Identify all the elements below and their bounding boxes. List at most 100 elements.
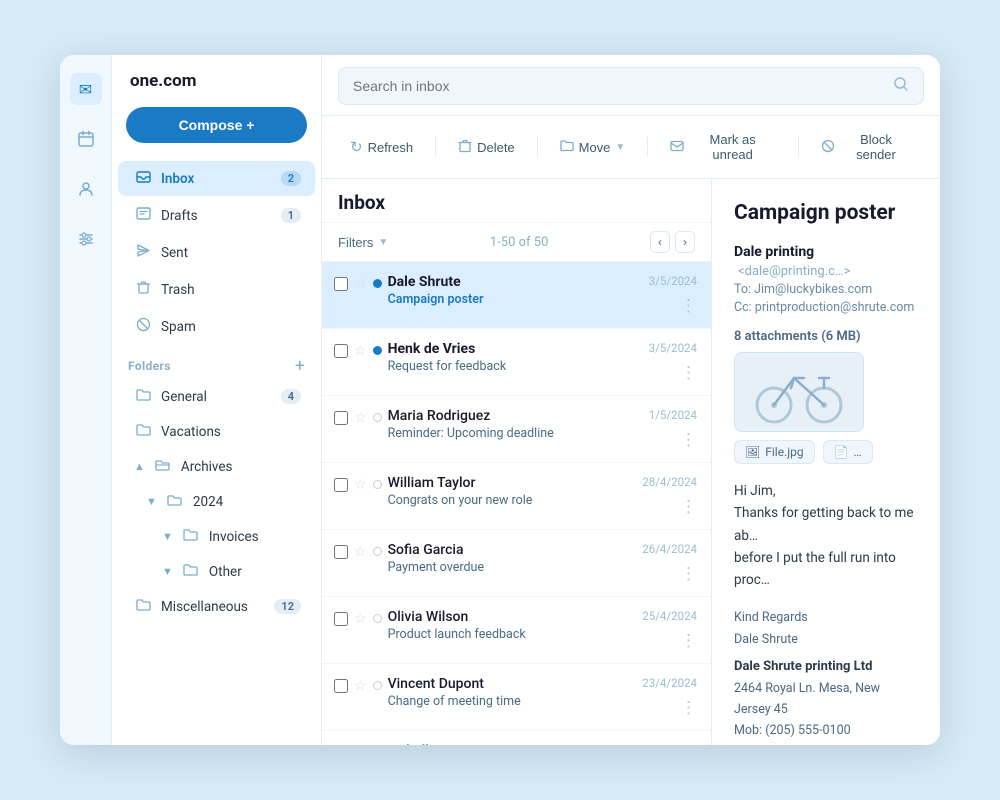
folder-open-icon — [154, 458, 172, 475]
delete-button[interactable]: Delete — [446, 133, 527, 162]
unread-dot — [373, 346, 382, 355]
table-row[interactable]: ☆ William Taylor Congrats on your new ro… — [322, 463, 711, 530]
sidebar-item-inbox[interactable]: Inbox 2 — [118, 161, 315, 196]
compose-button[interactable]: Compose + — [126, 107, 307, 143]
mail-icon[interactable]: ✉ — [70, 73, 102, 105]
email-meta: 3/5/2024 ⋮ — [639, 341, 697, 383]
email-body: William Taylor Congrats on your new role — [388, 475, 633, 508]
inbox-icon — [134, 169, 152, 188]
email-filters-row: Filters ▼ 1-50 of 50 ‹ › — [322, 223, 711, 262]
mark-unread-button[interactable]: Mark as unread — [658, 126, 788, 168]
email-checkbox[interactable] — [334, 679, 348, 693]
read-dot — [373, 681, 382, 690]
filters-chevron-icon: ▼ — [378, 237, 388, 248]
email-meta: 25/4/2024 ⋮ — [639, 609, 697, 651]
sidebar-item-invoices[interactable]: ▼ Invoices — [118, 520, 315, 553]
unread-dot — [373, 279, 382, 288]
calendar-icon[interactable] — [70, 123, 102, 155]
star-icon[interactable]: ☆ — [354, 410, 367, 426]
refresh-button[interactable]: ↻ Refresh — [338, 132, 425, 162]
email-checkbox[interactable] — [334, 344, 348, 358]
table-row[interactable]: ☆ Olivia Wilson Product launch feedback … — [322, 597, 711, 664]
email-checkbox[interactable] — [334, 612, 348, 626]
preview-thumbnail[interactable] — [734, 352, 864, 432]
add-folder-button[interactable]: + — [295, 356, 305, 376]
table-row[interactable]: ☆ Henk de Vries Request for feedback 3/5… — [322, 329, 711, 396]
separator2 — [537, 137, 538, 157]
preview-title: Campaign poster — [734, 201, 918, 225]
prev-page-button[interactable]: ‹ — [650, 231, 670, 253]
email-more-button[interactable]: ⋮ — [680, 698, 697, 718]
block-sender-button[interactable]: Block sender — [809, 126, 924, 168]
read-dot — [373, 614, 382, 623]
search-bar[interactable] — [338, 67, 924, 105]
table-row[interactable]: ☆ Sofia Garcia Payment overdue 26/4/2024… — [322, 530, 711, 597]
email-checkbox[interactable] — [334, 478, 348, 492]
email-meta: 26/4/2024 ⋮ — [639, 542, 697, 584]
email-list: Inbox Filters ▼ 1-50 of 50 ‹ › — [322, 179, 712, 745]
drafts-badge: 1 — [281, 208, 301, 223]
sent-icon — [134, 243, 152, 262]
move-button[interactable]: Move ▼ — [548, 133, 638, 162]
sidebar-item-spam[interactable]: Spam — [118, 309, 315, 344]
table-row[interactable]: ☆ Vincent Dupont Change of meeting time … — [322, 664, 711, 731]
preview-body: Hi Jim, Thanks for getting back to me ab… — [734, 480, 918, 591]
email-subject: Product launch feedback — [388, 627, 633, 642]
email-more-button[interactable]: ⋮ — [680, 564, 697, 584]
read-dot — [373, 413, 382, 422]
topbar — [322, 55, 940, 116]
sidebar-item-drafts[interactable]: Drafts 1 — [118, 198, 315, 233]
star-icon[interactable]: ☆ — [354, 678, 367, 694]
email-checkbox[interactable] — [334, 277, 348, 291]
sidebar-item-2024[interactable]: ▼ 2024 — [118, 485, 315, 518]
refresh-icon: ↻ — [350, 138, 363, 156]
email-sender: Vincent Dupont — [388, 676, 633, 692]
delete-icon — [458, 139, 472, 156]
filters-button[interactable]: Filters ▼ — [338, 235, 388, 250]
table-row[interactable]: ☆ Isabelle Leroy ⋮ — [322, 731, 711, 745]
search-input[interactable] — [353, 78, 883, 94]
star-icon[interactable]: ☆ — [354, 544, 367, 560]
preview-thumbnails — [734, 352, 918, 432]
star-icon[interactable]: ☆ — [354, 276, 367, 292]
sidebar-item-vacations[interactable]: Vacations — [118, 415, 315, 448]
next-page-button[interactable]: › — [675, 231, 695, 253]
star-icon[interactable]: ☆ — [354, 477, 367, 493]
email-more-button[interactable]: ⋮ — [680, 430, 697, 450]
preview-signature: Kind Regards Dale Shrute Dale Shrute pri… — [734, 607, 918, 745]
file-icon-2: 📄 — [834, 445, 849, 459]
email-more-button[interactable]: ⋮ — [680, 497, 697, 517]
star-icon[interactable]: ☆ — [354, 611, 367, 627]
archives-label: Archives — [181, 459, 233, 475]
table-row[interactable]: ☆ Dale Shrute Campaign poster 3/5/2024 ⋮ — [322, 262, 711, 329]
drafts-icon — [134, 206, 152, 225]
sidebar-item-archives[interactable]: ▲ Archives — [118, 450, 315, 483]
email-more-button[interactable]: ⋮ — [680, 296, 697, 316]
email-meta: 23/4/2024 ⋮ — [639, 676, 697, 718]
general-label: General — [161, 389, 207, 405]
table-row[interactable]: ☆ Maria Rodriguez Reminder: Upcoming dea… — [322, 396, 711, 463]
sidebar-item-trash[interactable]: Trash — [118, 272, 315, 307]
preview-file-chips: 🖼 File.jpg 📄 … — [734, 440, 918, 464]
email-checkbox[interactable] — [334, 545, 348, 559]
preview-attachments: 8 attachments (6 MB) — [734, 329, 918, 344]
sidebar-item-miscellaneous[interactable]: Miscellaneous 12 — [118, 590, 315, 623]
toolbar: ↻ Refresh Delete Move ▼ — [322, 116, 940, 179]
chevron-right-icon: ▼ — [162, 530, 173, 543]
sidebar-item-general[interactable]: General 4 — [118, 380, 315, 413]
email-items: ☆ Dale Shrute Campaign poster 3/5/2024 ⋮ — [322, 262, 711, 745]
controls-icon[interactable] — [70, 223, 102, 255]
email-more-button[interactable]: ⋮ — [680, 631, 697, 651]
file-chip-2[interactable]: 📄 … — [823, 440, 873, 464]
file-chip[interactable]: 🖼 File.jpg — [734, 440, 815, 464]
miscellaneous-label: Miscellaneous — [161, 599, 248, 615]
sidebar-item-sent[interactable]: Sent — [118, 235, 315, 270]
star-icon[interactable]: ☆ — [354, 343, 367, 359]
preview-to: To: Jim@luckybikes.com — [734, 282, 918, 297]
email-checkbox[interactable] — [334, 411, 348, 425]
sidebar-item-other[interactable]: ▼ Other — [118, 555, 315, 588]
trash-icon — [134, 280, 152, 299]
contacts-icon[interactable] — [70, 173, 102, 205]
email-more-button[interactable]: ⋮ — [680, 363, 697, 383]
email-date: 25/4/2024 — [642, 609, 697, 623]
